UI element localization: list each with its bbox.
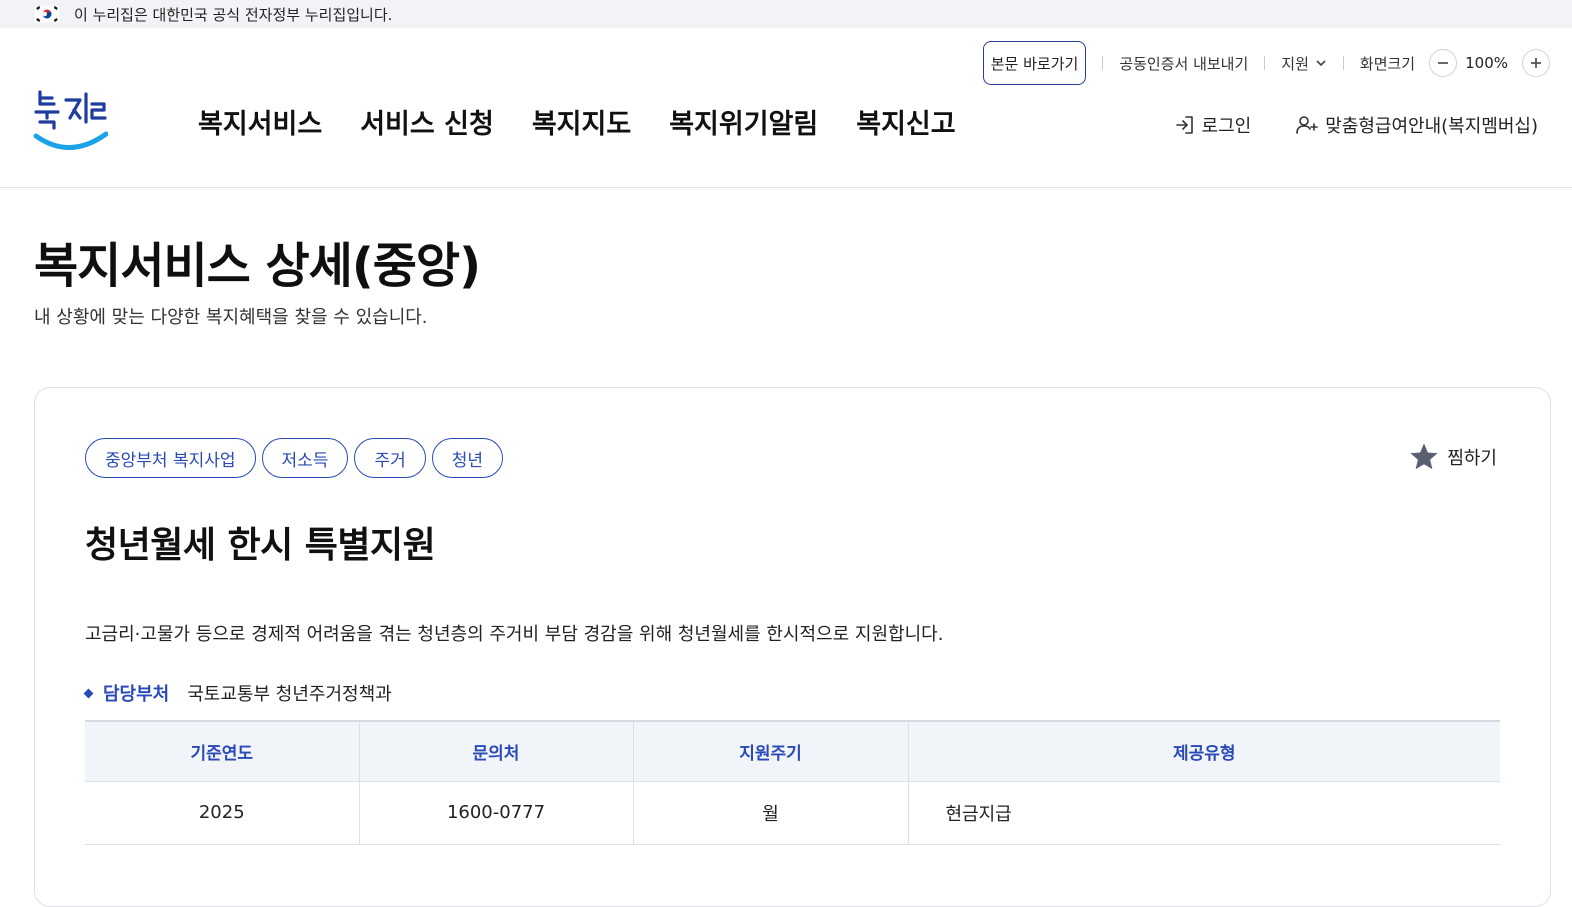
utility-bar: 본문 바로가기 공동인증서 내보내기 지원 화면크기 100% [982, 41, 1550, 85]
membership-label: 맞춤형급여안내(복지멤버십) [1325, 116, 1538, 137]
header-base-year: 기준연도 [85, 721, 360, 782]
gov-banner: 이 누리집은 대한민국 공식 전자정부 누리집입니다. [0, 0, 1572, 28]
zoom-out-button[interactable] [1429, 49, 1458, 77]
chevron-down-icon [1316, 60, 1326, 67]
cell-contact: 1600-0777 [359, 781, 634, 845]
login-label: 로그인 [1201, 116, 1252, 137]
service-description: 고금리·고물가 등으로 경제적 어려움을 겪는 청년층의 주거비 부담 경감을 … [85, 624, 944, 645]
divider [1102, 56, 1104, 70]
department-value: 국토교통부 청년주거정책과 [187, 684, 392, 705]
header-support-cycle: 지원주기 [633, 721, 909, 782]
star-icon [1410, 443, 1438, 470]
page-title: 복지서비스 상세(중앙) [34, 238, 481, 294]
korea-flag-icon [34, 5, 60, 23]
gov-banner-text: 이 누리집은 대한민국 공식 전자정부 누리집입니다. [74, 5, 393, 24]
department-info: 담당부처 국토교통부 청년주거정책과 [83, 680, 392, 706]
global-nav: 복지서비스 서비스 신청 복지지도 복지위기알림 복지신고 [198, 102, 956, 141]
zoom-in-button[interactable] [1522, 49, 1550, 77]
login-icon [1175, 116, 1193, 134]
service-info-table: 기준연도 문의처 지원주기 제공유형 2025 1600-0777 월 현금지급 [85, 720, 1500, 845]
minus-icon [1438, 62, 1449, 64]
tag-low-income[interactable]: 저소득 [261, 438, 349, 478]
page-description: 내 상황에 맞는 다양한 복지혜택을 찾을 수 있습니다. [34, 307, 428, 328]
cert-export-link[interactable]: 공동인증서 내보내기 [1119, 53, 1248, 74]
gnb-item-service-apply[interactable]: 서비스 신청 [360, 102, 494, 141]
bokjiro-logo-icon [33, 90, 109, 150]
zoom-value: 100% [1465, 54, 1508, 72]
header-provision-type: 제공유형 [908, 721, 1500, 782]
tag-housing[interactable]: 주거 [354, 438, 426, 478]
bookmark-button[interactable]: 찜하기 [1407, 441, 1497, 473]
divider [1264, 56, 1266, 70]
support-label: 지원 [1281, 54, 1309, 73]
cell-provision-type: 현금지급 [908, 781, 1500, 845]
table-header-row: 기준연도 문의처 지원주기 제공유형 [85, 721, 1500, 782]
auth-links: 로그인 맞춤형급여안내(복지멤버십) [1174, 112, 1538, 138]
gnb-item-welfare-map[interactable]: 복지지도 [532, 102, 631, 141]
skip-to-content-link[interactable]: 본문 바로가기 [982, 41, 1087, 85]
gnb-item-crisis-alert[interactable]: 복지위기알림 [669, 102, 818, 141]
login-link[interactable]: 로그인 [1174, 112, 1252, 138]
bookmark-label: 찜하기 [1447, 448, 1497, 469]
header-contact: 문의처 [359, 721, 634, 782]
cell-base-year: 2025 [85, 781, 360, 845]
service-tags: 중앙부처 복지사업 저소득 주거 청년 [85, 438, 504, 478]
divider [1342, 56, 1344, 70]
department-label: 담당부처 [103, 684, 170, 705]
membership-link[interactable]: 맞춤형급여안내(복지멤버십) [1295, 112, 1538, 138]
user-plus-icon [1296, 116, 1319, 134]
gnb-item-welfare-service[interactable]: 복지서비스 [198, 102, 322, 141]
support-dropdown[interactable]: 지원 [1281, 53, 1327, 74]
font-size-label: 화면크기 [1359, 54, 1416, 73]
tag-youth[interactable]: 청년 [431, 438, 504, 478]
tag-central-ministry[interactable]: 중앙부처 복지사업 [85, 438, 256, 478]
service-detail-card: 중앙부처 복지사업 저소득 주거 청년 찜하기 청년월세 한시 특별지원 고금리… [34, 387, 1551, 907]
plus-icon [1531, 58, 1541, 68]
gnb-item-welfare-report[interactable]: 복지신고 [856, 102, 955, 141]
cell-support-cycle: 월 [633, 781, 909, 845]
site-header: 본문 바로가기 공동인증서 내보내기 지원 화면크기 100% 복지서비스 서비… [0, 28, 1572, 188]
site-logo[interactable] [32, 86, 109, 154]
diamond-bullet-icon [83, 688, 94, 698]
service-title: 청년월세 한시 특별지원 [85, 525, 436, 566]
table-row: 2025 1600-0777 월 현금지급 [85, 781, 1500, 845]
